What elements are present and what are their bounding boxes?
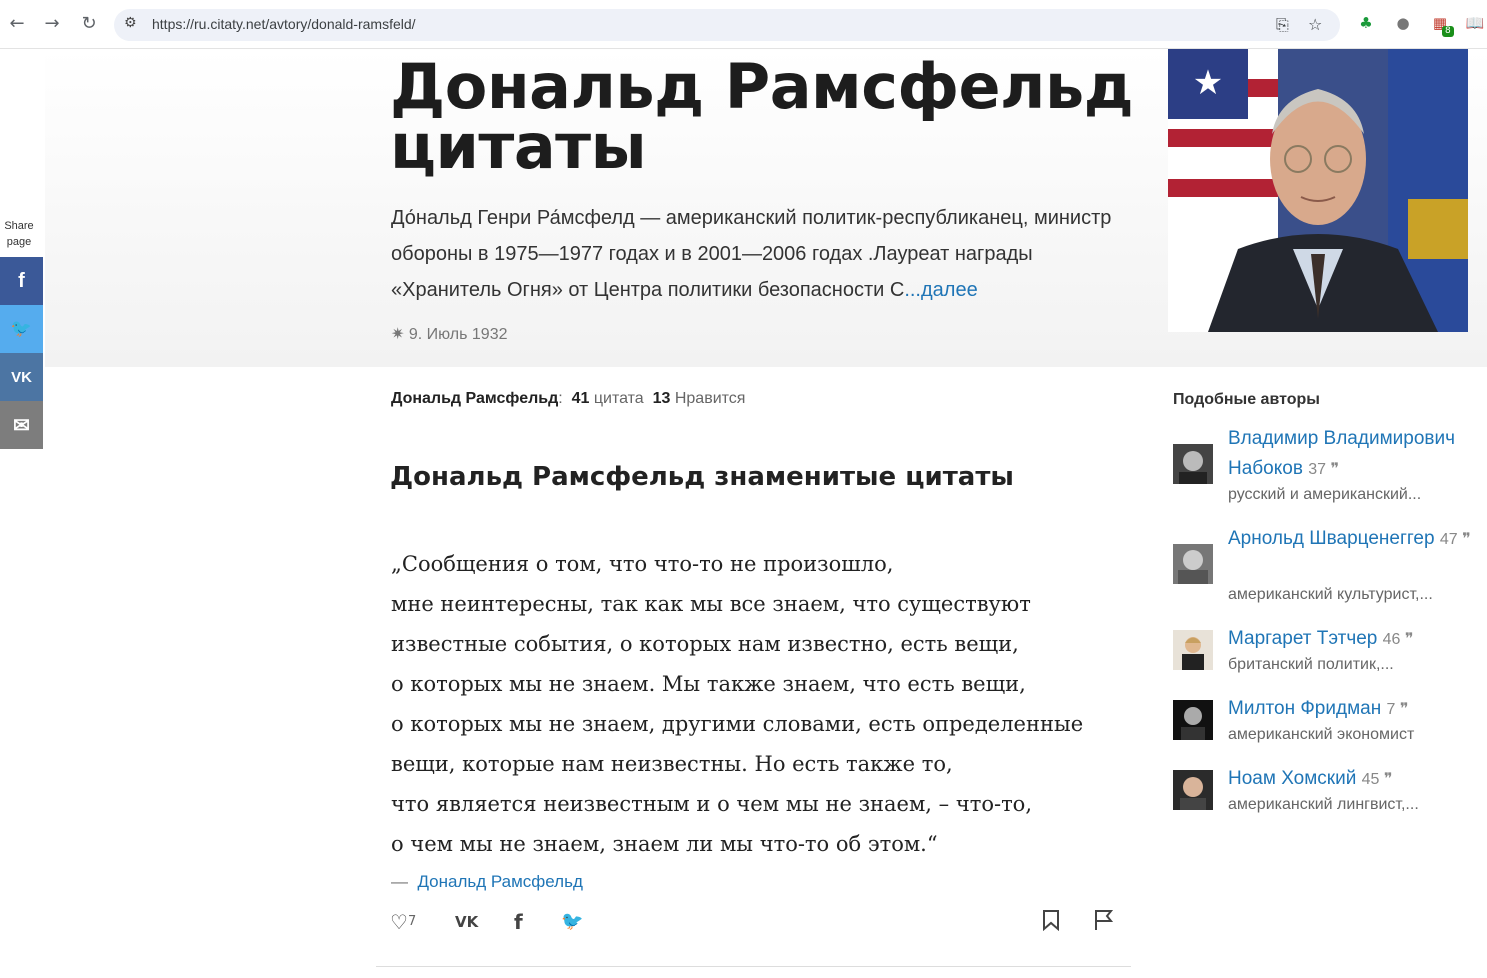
share-vk-button[interactable]: VK	[0, 353, 43, 401]
author-name-link[interactable]: Арнольд Шварценеггер 47 ❞	[1228, 524, 1478, 555]
section-title: Дональд Рамсфельд знаменитые цитаты	[390, 462, 1014, 492]
quote-text: „Сообщения о том, что что-то не произошл…	[391, 552, 1084, 856]
author-thumbnail[interactable]	[1173, 700, 1213, 740]
site-settings-icon[interactable]: ⚙	[124, 15, 137, 31]
back-icon[interactable]: ←	[5, 12, 29, 36]
quote-count: 37 ❞	[1308, 461, 1340, 478]
extension-clover-icon[interactable]: ♣	[1356, 13, 1376, 33]
page-title: Дональд Рамсфельд цитаты	[390, 56, 1150, 178]
author-name-link[interactable]: Владимир Владимирович Набоков 37 ❞	[1228, 424, 1478, 485]
address-bar[interactable]: ⚙ https://ru.citaty.net/avtory/donald-ra…	[114, 9, 1340, 41]
quote-count: 46 ❞	[1382, 631, 1414, 648]
author-description: американский лингвист,...	[1228, 796, 1419, 813]
author-thumbnail[interactable]	[1173, 544, 1213, 584]
author-stats: Дональд Рамсфельд: 41 цитата 13 Нравится	[391, 390, 746, 407]
extension-badge: 8	[1442, 26, 1454, 37]
reading-list-icon[interactable]: 📖	[1465, 13, 1485, 33]
author-name[interactable]: Маргарет Тэтчер	[1228, 628, 1377, 649]
author-name[interactable]: Арнольд Шварценеггер	[1228, 528, 1435, 549]
attribution-dash: —	[391, 872, 408, 891]
author-name-link[interactable]: Ноам Хомский 45 ❞	[1228, 764, 1478, 795]
share-twitter-button[interactable]: 🐦	[0, 305, 43, 353]
birth-date: ✷ 9. Июль 1932	[391, 326, 508, 343]
bookmark-star-icon[interactable]: ☆	[1308, 15, 1322, 34]
reload-icon[interactable]: ↻	[77, 12, 101, 36]
stats-author[interactable]: Дональд Рамсфельд	[391, 390, 558, 407]
like-count: 7	[407, 914, 417, 929]
like-button[interactable]: ♡7	[390, 909, 416, 935]
similar-authors-title: Подобные авторы	[1173, 391, 1320, 408]
author-thumbnail[interactable]	[1173, 770, 1213, 810]
share-facebook-button[interactable]: f	[0, 257, 43, 305]
vk-icon: VK	[11, 368, 32, 386]
likes-count: 13	[652, 390, 671, 407]
author-description: американский культурист,...	[1228, 586, 1433, 603]
author-description: американский экономист	[1228, 726, 1415, 743]
install-app-icon[interactable]: ⎘	[1276, 15, 1289, 35]
author-name[interactable]: Владимир Владимирович Набоков	[1228, 428, 1455, 479]
author-thumbnail[interactable]	[1173, 444, 1213, 484]
extension-calendar-icon[interactable]: ▦ 8	[1430, 13, 1454, 37]
read-more-link[interactable]: ...далее	[904, 279, 977, 301]
author-name-link[interactable]: Маргарет Тэтчер 46 ❞	[1228, 624, 1478, 655]
author-description: британский политик,...	[1228, 656, 1394, 673]
svg-text:★: ★	[1193, 63, 1223, 103]
quote-count: 47 ❞	[1439, 531, 1471, 548]
quotes-label: цитата	[593, 390, 644, 407]
author-thumbnail[interactable]	[1173, 630, 1213, 670]
extension-circle-icon[interactable]: ●	[1393, 13, 1413, 33]
share-quote-vk-icon[interactable]: VK	[455, 909, 478, 935]
author-description: русский и американский...	[1228, 486, 1422, 503]
facebook-icon: f	[18, 269, 25, 292]
share-email-button[interactable]: ✉	[0, 401, 43, 449]
browser-toolbar: ← → ↻ ⚙ https://ru.citaty.net/avtory/don…	[0, 0, 1487, 49]
divider	[376, 966, 1131, 967]
forward-icon[interactable]: →	[40, 12, 64, 36]
twitter-icon: 🐦	[10, 319, 33, 338]
quote-attribution: — Дональд Рамсфельд	[391, 872, 583, 892]
author-bio: До́нальд Генри Ра́мсфелд — американский …	[391, 200, 1131, 308]
share-quote-facebook-icon[interactable]: f	[514, 909, 523, 935]
bio-text: До́нальд Генри Ра́мсфелд — американский …	[391, 207, 1112, 301]
quote-count: 7 ❞	[1386, 701, 1409, 718]
share-quote-twitter-icon[interactable]: 🐦	[561, 909, 583, 935]
share-label: Share page	[4, 220, 34, 248]
author-portrait: ★	[1168, 49, 1468, 332]
author-name-link[interactable]: Милтон Фридман 7 ❞	[1228, 694, 1478, 725]
quote-count: 45 ❞	[1361, 771, 1393, 788]
url-text[interactable]: https://ru.citaty.net/avtory/donald-rams…	[152, 16, 416, 32]
quotes-count: 41	[571, 390, 590, 407]
author-name[interactable]: Милтон Фридман	[1228, 698, 1381, 719]
title-line-2: цитаты	[390, 110, 647, 183]
likes-label: Нравится	[674, 390, 746, 407]
quote-author-link[interactable]: Дональд Рамсфельд	[417, 872, 582, 891]
heart-icon: ♡	[390, 910, 408, 934]
bookmark-icon[interactable]	[1042, 909, 1060, 935]
email-icon: ✉	[13, 414, 30, 437]
report-flag-icon[interactable]	[1094, 909, 1114, 935]
author-name[interactable]: Ноам Хомский	[1228, 768, 1356, 789]
